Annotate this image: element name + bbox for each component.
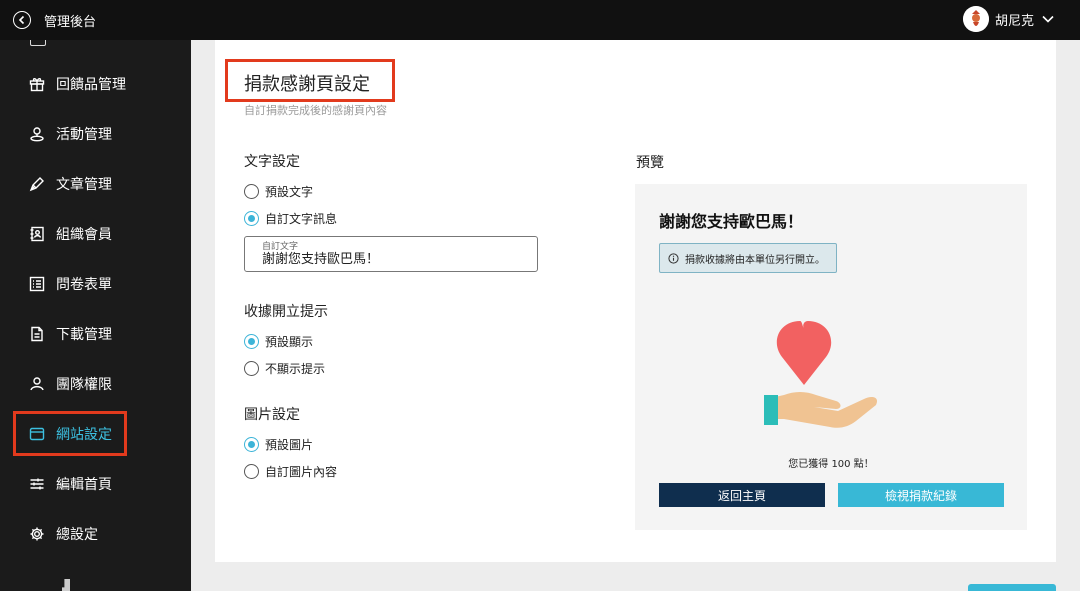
gear-icon: [28, 525, 46, 543]
avatar: [962, 6, 989, 32]
info-icon: [668, 252, 679, 264]
sidebar-item-surveys[interactable]: 問卷表單: [28, 274, 112, 294]
settings-card: 捐款感謝頁設定 自訂捐款完成後的感謝頁內容 文字設定 預設文字 自訂文字訊息 自…: [215, 40, 1056, 562]
back-button[interactable]: [13, 11, 31, 29]
sidebar-item-rewards[interactable]: 回饋品管理: [28, 74, 126, 94]
user-icon: [28, 375, 46, 393]
active-item-highlight: [13, 411, 127, 456]
sidebar-item-events[interactable]: 活動管理: [28, 124, 112, 144]
heart-in-hand-illustration: [764, 321, 878, 428]
radio-default-show[interactable]: 預設顯示: [244, 333, 313, 350]
thank-you-message: 謝謝您支持歐巴馬！: [659, 212, 804, 231]
radio-label: 不顯示提示: [265, 362, 326, 376]
receipt-notice: 捐款收據將由本單位另行開立。: [659, 243, 837, 273]
input-value[interactable]: 謝謝您支持歐巴馬！: [262, 252, 537, 268]
chevron-down-icon: [1042, 15, 1054, 23]
gift-icon: [28, 75, 46, 93]
sidebar-item-label: 回饋品管理: [56, 77, 126, 93]
radio-button[interactable]: [244, 184, 259, 199]
sidebar-item-partial[interactable]: [30, 40, 46, 46]
sidebar-item-label: 文章管理: [56, 177, 112, 193]
sidebar-item-members[interactable]: 組織會員: [28, 224, 112, 244]
radio-button[interactable]: [244, 361, 259, 376]
page-title: 捐款感謝頁設定: [244, 74, 370, 95]
sidebar-item-label: 組織會員: [56, 227, 112, 243]
radio-custom-image[interactable]: 自訂圖片內容: [244, 463, 337, 480]
preview-title: 預覽: [636, 155, 664, 171]
return-home-button[interactable]: 返回主頁: [659, 483, 825, 507]
sidebar-item-downloads[interactable]: 下載管理: [28, 324, 112, 344]
user-name: 胡尼克: [994, 13, 1034, 29]
radio-custom-text[interactable]: 自訂文字訊息: [244, 210, 337, 227]
sidebar-item-edit-home[interactable]: 編輯首頁: [28, 474, 112, 494]
radio-default-image[interactable]: 預設圖片: [244, 436, 313, 453]
receipt-settings-title: 收據開立提示: [244, 304, 328, 320]
receipt-notice-text: 捐款收據將由本單位另行開立。: [685, 254, 825, 266]
sidebar-item-general-settings[interactable]: 總設定: [28, 524, 98, 544]
sidebar-item-label: 下載管理: [56, 327, 112, 343]
radio-button[interactable]: [244, 211, 259, 226]
points-earned-text: 您已獲得 100 點！: [788, 459, 874, 470]
sidebar-item-label: 團隊權限: [56, 377, 112, 393]
sidebar-item-articles[interactable]: 文章管理: [28, 174, 112, 194]
radio-button[interactable]: [244, 464, 259, 479]
radio-default-text[interactable]: 預設文字: [244, 183, 313, 200]
chevron-left-icon: [18, 15, 25, 25]
save-button[interactable]: [968, 584, 1056, 591]
custom-text-input[interactable]: 自訂文字 謝謝您支持歐巴馬！: [244, 236, 538, 272]
user-menu[interactable]: 胡尼克: [962, 6, 1054, 32]
sidebar-item-label: 活動管理: [56, 127, 112, 143]
page-subtitle: 自訂捐款完成後的感謝頁內容: [244, 104, 387, 117]
radio-button[interactable]: [244, 334, 259, 349]
sidebar-item-label: 總設定: [56, 527, 98, 543]
location-pin-icon: [28, 125, 46, 143]
brand-logo: [62, 579, 70, 591]
preview-panel: 謝謝您支持歐巴馬！ 捐款收據將由本單位另行開立。 您已獲得 100 點！ 返回主…: [635, 184, 1027, 530]
view-donation-records-button[interactable]: 檢視捐款紀錄: [838, 483, 1004, 507]
sidebar-item-label: 問卷表單: [56, 277, 112, 293]
list-icon: [28, 275, 46, 293]
text-settings-title: 文字設定: [244, 154, 300, 170]
radio-hide-hint[interactable]: 不顯示提示: [244, 360, 325, 377]
address-book-icon: [28, 225, 46, 243]
top-bar: 管理後台 胡尼克: [0, 0, 1080, 40]
sidebar-item-label: 編輯首頁: [56, 477, 112, 493]
radio-label: 預設文字: [265, 185, 314, 199]
radio-label: 預設圖片: [265, 438, 314, 452]
radio-label: 自訂文字訊息: [265, 212, 338, 226]
radio-label: 自訂圖片內容: [265, 465, 338, 479]
app-title: 管理後台: [44, 14, 97, 30]
document-icon: [28, 325, 46, 343]
sidebar: 回饋品管理 活動管理 文章管理 組織會員 問卷表單 下載管理 團隊權限 網站設定…: [0, 40, 191, 591]
sidebar-item-team[interactable]: 團隊權限: [28, 374, 112, 394]
pen-icon: [28, 175, 46, 193]
input-label: 自訂文字: [262, 242, 299, 252]
sliders-icon: [28, 475, 46, 493]
radio-label: 預設顯示: [265, 335, 314, 349]
radio-button[interactable]: [244, 437, 259, 452]
image-settings-title: 圖片設定: [244, 407, 300, 423]
